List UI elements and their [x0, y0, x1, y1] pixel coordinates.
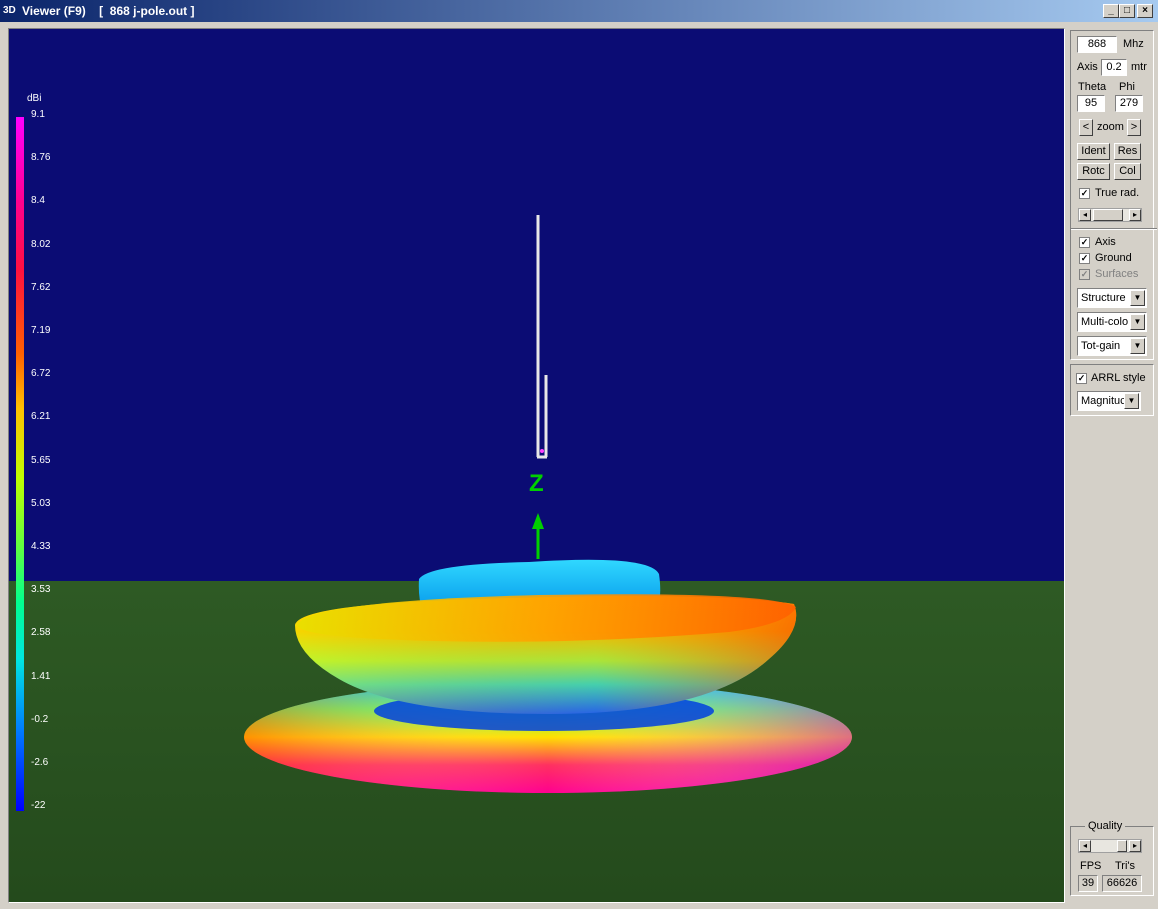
feed-point	[540, 449, 544, 453]
true-rad-slider[interactable]: ◂ ▸	[1078, 208, 1142, 222]
ground-checkbox[interactable]: ✓	[1079, 253, 1090, 264]
frequency-unit: Mhz	[1123, 38, 1144, 50]
axis-size-label: Axis	[1077, 61, 1098, 73]
scene: Z	[9, 29, 1064, 902]
chevron-down-icon[interactable]: ▼	[1130, 290, 1145, 306]
theta-field[interactable]: 95	[1077, 95, 1105, 112]
surfaces-checkbox-label: Surfaces	[1095, 268, 1139, 280]
legend-tick-label: 3.53	[31, 584, 51, 596]
tris-label: Tri's	[1115, 860, 1136, 872]
legend-tick-label: 7.19	[31, 325, 51, 336]
col-button[interactable]: Col	[1114, 163, 1141, 180]
legend-tick-label: 8.76	[31, 152, 51, 164]
theta-label: Theta	[1078, 81, 1107, 93]
legend-tick-label: 6.21	[31, 411, 51, 423]
true-rad-checkbox[interactable]: ✓	[1079, 188, 1090, 199]
legend-tick-label: 5.03	[31, 497, 51, 509]
app-3d-icon: 3D	[3, 5, 16, 16]
structure-dropdown[interactable]: Structure ▼	[1077, 288, 1147, 308]
legend-tick-label: 8.02	[31, 238, 51, 250]
legend-tick-label: 2.58	[31, 627, 51, 639]
fps-label: FPS	[1080, 860, 1102, 872]
maximize-button[interactable]: □	[1119, 4, 1135, 18]
legend-tick-label: -2.6	[31, 757, 49, 768]
tris-value: 66626	[1102, 875, 1142, 892]
chevron-down-icon[interactable]: ▼	[1124, 393, 1139, 409]
title-bar: 3D Viewer (F9) [ 868 j-pole.out ] _ □ ×	[0, 0, 1158, 22]
phi-field[interactable]: 279	[1115, 95, 1143, 112]
close-button[interactable]: ×	[1137, 4, 1153, 18]
quality-label: Quality	[1085, 820, 1126, 832]
legend-unit: dBi	[27, 93, 42, 104]
minimize-button[interactable]: _	[1103, 4, 1119, 18]
control-panel: 868 Mhz Axis 0.2 mtr Theta Phi 95 279 < …	[1068, 28, 1157, 903]
view-controls-group: 868 Mhz Axis 0.2 mtr Theta Phi 95 279 < …	[1070, 30, 1157, 360]
slider-right-arrow-icon[interactable]: ▸	[1129, 840, 1141, 852]
3d-viewport[interactable]: Z dBi 9.1 8.76 8.4 8.02 7.62 7.19 6.72 6.21 5.65…	[8, 28, 1065, 903]
legend-tick-label: 8.4	[31, 195, 45, 207]
slider-left-arrow-icon[interactable]: ◂	[1079, 209, 1091, 221]
slider-thumb[interactable]	[1093, 209, 1123, 221]
res-button[interactable]: Res	[1114, 143, 1141, 160]
legend-tick-label: 7.62	[31, 281, 51, 293]
surfaces-checkbox[interactable]: ✓	[1079, 269, 1090, 280]
structure-dropdown-value: Structure	[1081, 292, 1126, 304]
slider-right-arrow-icon[interactable]: ▸	[1129, 209, 1141, 221]
axis-checkbox[interactable]: ✓	[1079, 237, 1090, 248]
slider-left-arrow-icon[interactable]: ◂	[1079, 840, 1091, 852]
chevron-down-icon[interactable]: ▼	[1130, 314, 1145, 330]
color-mode-dropdown[interactable]: Multi-colo ▼	[1077, 312, 1147, 332]
arrl-style-label: ARRL style	[1091, 372, 1146, 384]
legend-tick-label: 1.41	[31, 670, 51, 682]
quality-slider[interactable]: ◂ ▸	[1078, 839, 1142, 853]
gain-dropdown[interactable]: Tot-gain ▼	[1077, 336, 1147, 356]
zoom-out-button[interactable]: <	[1079, 119, 1093, 136]
legend-tick-label: 4.33	[31, 541, 51, 552]
legend-tick-label: -0.2	[31, 713, 49, 725]
arrl-mode-dropdown[interactable]: Magnituc ▼	[1077, 391, 1141, 411]
legend-tick-label: 6.72	[31, 368, 51, 380]
axis-size-unit: mtr	[1131, 61, 1147, 73]
gain-dropdown-value: Tot-gain	[1081, 340, 1121, 352]
rotc-button[interactable]: Rotc	[1077, 163, 1110, 180]
arrl-style-checkbox[interactable]: ✓	[1076, 373, 1087, 384]
color-mode-dropdown-value: Multi-colo	[1081, 316, 1129, 328]
legend-tick-label: 9.1	[31, 109, 45, 120]
quality-slider-thumb[interactable]	[1117, 840, 1127, 852]
fps-value: 39	[1078, 875, 1098, 892]
z-axis-label: Z	[529, 470, 544, 497]
window-title: Viewer (F9) [ 868 j-pole.out ]	[22, 4, 195, 18]
arrl-group: ✓ ARRL style Magnituc ▼	[1070, 364, 1154, 416]
axis-size-field[interactable]: 0.2	[1101, 59, 1127, 76]
ground-checkbox-label: Ground	[1095, 252, 1132, 264]
ident-button[interactable]: Ident	[1077, 143, 1110, 160]
frequency-field[interactable]: 868	[1077, 36, 1117, 53]
axis-checkbox-label: Axis	[1095, 236, 1116, 248]
legend-tick-label: 5.65	[31, 454, 51, 466]
chevron-down-icon[interactable]: ▼	[1130, 338, 1145, 354]
zoom-label: zoom	[1097, 121, 1124, 133]
legend-tick-label: -22	[31, 800, 46, 812]
quality-group: Quality ◂ ▸ FPS Tri's 39 66626	[1070, 820, 1154, 896]
zoom-in-button[interactable]: >	[1127, 119, 1141, 136]
color-scale-bar	[16, 117, 24, 811]
arrl-mode-dropdown-value: Magnituc	[1081, 395, 1125, 407]
true-rad-label: True rad.	[1095, 187, 1140, 199]
phi-label: Phi	[1119, 81, 1135, 93]
